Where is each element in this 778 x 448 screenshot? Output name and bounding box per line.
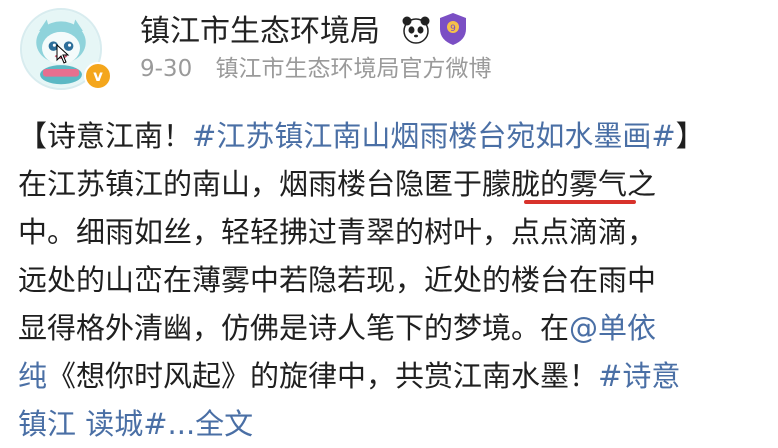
hashtag-link[interactable]: #诗意 [598,359,680,393]
post-line: 纯《想你时风起》的旋律中，共赏江南水墨！#诗意 [18,352,778,400]
mention-link[interactable]: 纯 [18,359,47,393]
hashtag-link[interactable]: 镇江 读城# [18,407,168,441]
post-line: 在江苏镇江的南山，烟雨楼台隐匿于朦胧的雾气之 [18,160,778,208]
post-text: 《想你时风起》的旋律中，共赏江南水墨！ [47,359,599,393]
red-underline [524,200,636,204]
post-text: 】 [675,119,705,153]
post-line: 镇江 读城#...全文 [18,400,778,448]
post-line: 显得格外清幽，仿佛是诗人笔下的梦境。在@单依 [18,304,778,352]
svg-text:9: 9 [450,24,456,34]
post-text: 显得格外清幽，仿佛是诗人笔下的梦境。在 [18,311,570,345]
mouse-cursor-icon [56,44,70,64]
verified-icon: v [84,62,112,90]
post-line: 远处的山峦在薄雾中若隐若现，近处的楼台在雨中 [18,263,657,297]
post-line: 中。细雨如丝，轻轻拂过青翠的树叶，点点滴滴， [18,215,657,249]
post-text: 在江苏镇江的南山，烟雨楼台隐匿 [18,167,454,201]
post-source: 镇江市生态环境局官方微博 [215,56,492,82]
post-date[interactable]: 9-30 [140,56,192,82]
mention-link[interactable]: @单依 [569,311,656,345]
post-meta: 9-30 镇江市生态环境局官方微博 [140,54,492,84]
highlighted-text: 于朦胧 [453,167,541,201]
expand-full-text-link[interactable]: ...全文 [168,407,254,441]
post-text: 的雾气之 [540,167,657,201]
post-text: 【诗意江南！ [18,119,193,153]
panda-icon [402,16,430,44]
shield-badge-icon: 9 [440,13,466,45]
post-line: 【诗意江南！#江苏镇江南山烟雨楼台宛如水墨画#】 [18,112,778,160]
account-name[interactable]: 镇江市生态环境局 [140,14,380,50]
hashtag-link[interactable]: #江苏镇江南山烟雨楼台宛如水墨画# [192,119,676,153]
post-body: 【诗意江南！#江苏镇江南山烟雨楼台宛如水墨画#】 在江苏镇江的南山，烟雨楼台隐匿… [18,112,778,448]
